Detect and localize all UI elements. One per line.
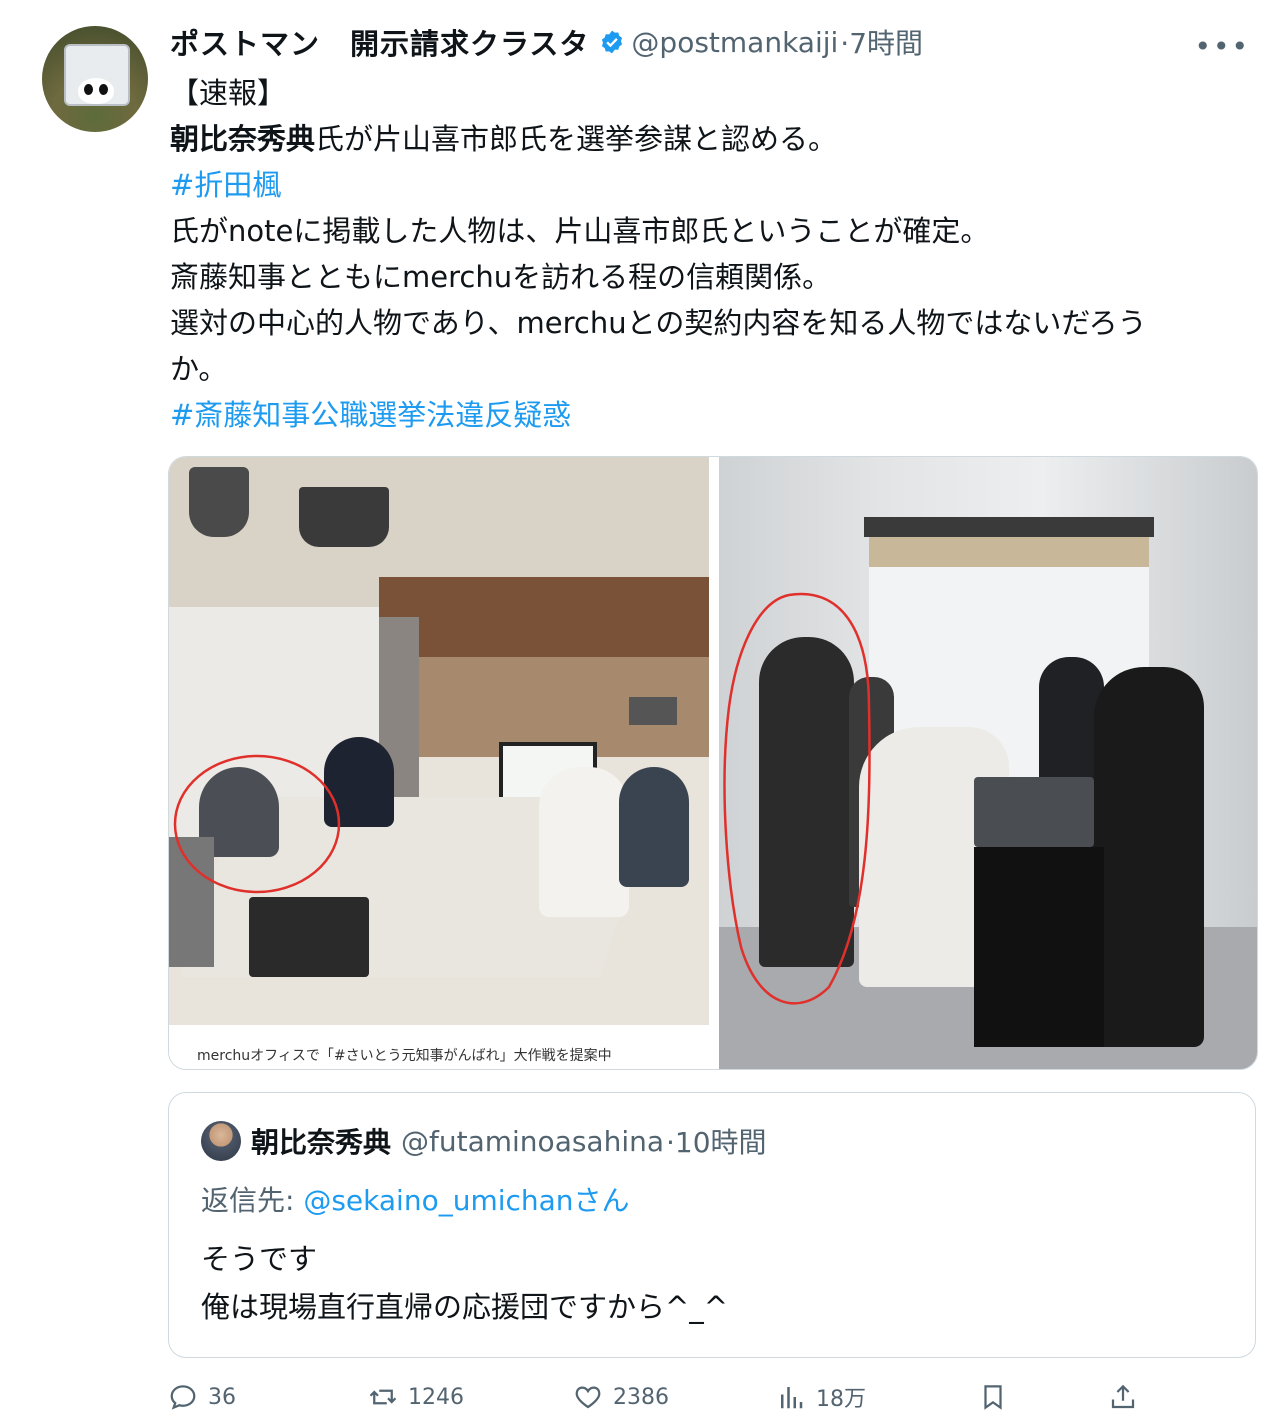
verified-badge-icon bbox=[602, 30, 623, 54]
person-dark-dress bbox=[619, 767, 689, 887]
more-icon[interactable]: ••• bbox=[1194, 30, 1250, 63]
author-name[interactable]: ポストマン 開示請求クラスタ bbox=[170, 21, 589, 63]
reply-prefix: 返信先: bbox=[201, 1184, 304, 1217]
quoted-author-name[interactable]: 朝比奈秀典 bbox=[251, 1121, 391, 1161]
heart-icon bbox=[575, 1386, 601, 1409]
quoted-author-avatar[interactable] bbox=[201, 1121, 241, 1161]
reply-count: 36 bbox=[208, 1384, 236, 1410]
author-handle[interactable]: @postmankaiji bbox=[631, 26, 838, 59]
reply-suffix: さん bbox=[573, 1184, 630, 1217]
quoted-post-time[interactable]: ·10時間 bbox=[666, 1121, 767, 1161]
post-text-line: か。 bbox=[170, 352, 228, 386]
annotation-circle bbox=[723, 592, 871, 1005]
media-photo-office[interactable]: merchuオフィスで「#さいとう元知事がんばれ」大作戦を提案中 bbox=[169, 457, 709, 1069]
post-header: ポストマン 開示請求クラスタ @postmankaiji ·7時間 bbox=[170, 20, 923, 64]
bookmark-button[interactable] bbox=[978, 1372, 1018, 1422]
hashtag-link[interactable]: #斎藤知事公職選挙法違反疑惑 bbox=[170, 392, 1255, 438]
repost-icon bbox=[369, 1389, 397, 1405]
annotation-circle bbox=[173, 754, 341, 894]
quoted-text-line: 俺は現場直行直帰の応援団ですから^_^ bbox=[201, 1290, 729, 1324]
action-bar: 36 1246 2386 18万 bbox=[168, 1372, 1178, 1422]
repost-button[interactable]: 1246 bbox=[368, 1372, 464, 1422]
microwave bbox=[629, 697, 677, 725]
share-button[interactable] bbox=[1108, 1372, 1148, 1422]
views-button[interactable]: 18万 bbox=[776, 1372, 866, 1422]
share-icon bbox=[1111, 1384, 1135, 1409]
like-button[interactable]: 2386 bbox=[573, 1372, 669, 1422]
quoted-post-text: そうです 俺は現場直行直帰の応援団ですから^_^ bbox=[201, 1235, 728, 1331]
post-text-line: 氏がnoteに掲載した人物は、片山喜市郎氏ということが確定。 bbox=[170, 214, 990, 248]
equipment-cart bbox=[974, 847, 1104, 1047]
views-count: 18万 bbox=[816, 1387, 866, 1412]
image-caption: merchuオフィスで「#さいとう元知事がんばれ」大作戦を提案中 bbox=[197, 1048, 612, 1064]
quoted-author-handle[interactable]: @futaminoasahina bbox=[401, 1125, 664, 1158]
post-text-line: 斎藤知事とともにmerchuを訪れる程の信頼関係。 bbox=[170, 260, 832, 294]
post-text-line: 朝比奈秀典氏が片山喜市郎氏を選挙参謀と認める。 bbox=[170, 116, 1255, 162]
repost-count: 1246 bbox=[408, 1384, 464, 1410]
views-chart-icon bbox=[781, 1387, 803, 1409]
quoted-post[interactable]: 朝比奈秀典 @futaminoasahina ·10時間 返信先: @sekai… bbox=[168, 1092, 1256, 1358]
reply-mention-link[interactable]: @sekaino_umichan bbox=[303, 1184, 573, 1217]
post-text-line: 選対の中心的人物であり、merchuとの契約内容を知る人物ではないだろう bbox=[170, 306, 1147, 340]
quoted-post-header: 朝比奈秀典 @futaminoasahina ·10時間 bbox=[201, 1119, 767, 1163]
post-text-fragment: 氏が片山喜市郎氏を選挙参謀と認める。 bbox=[315, 122, 838, 156]
chandelier-shade bbox=[299, 487, 389, 547]
post-text-line: 【速報】 bbox=[170, 76, 287, 110]
chandelier-shade bbox=[189, 467, 249, 537]
hashtag-link[interactable]: #折田楓 bbox=[170, 162, 1255, 208]
bookmark-icon bbox=[984, 1385, 1002, 1410]
person-white-shirt bbox=[539, 767, 629, 917]
person-black-dress bbox=[1094, 667, 1204, 1047]
reply-button[interactable]: 36 bbox=[168, 1372, 236, 1422]
avatar-eye-right bbox=[99, 84, 108, 95]
reply-to-line: 返信先: @sekaino_umichanさん bbox=[201, 1179, 630, 1219]
author-avatar[interactable] bbox=[42, 26, 148, 132]
media-photo-studio[interactable] bbox=[719, 457, 1257, 1069]
post-media[interactable]: merchuオフィスで「#さいとう元知事がんばれ」大作戦を提案中 bbox=[168, 456, 1258, 1070]
reply-icon bbox=[170, 1385, 196, 1410]
quoted-text-line: そうです bbox=[201, 1242, 318, 1276]
avatar-eye-left bbox=[84, 84, 93, 95]
like-count: 2386 bbox=[613, 1384, 669, 1410]
backdrop-paper bbox=[869, 537, 1149, 567]
mention-bold-name: 朝比奈秀典 bbox=[170, 122, 316, 156]
post-time[interactable]: ·7時間 bbox=[840, 22, 923, 62]
backdrop-roller bbox=[864, 517, 1154, 537]
post-body: 【速報】 朝比奈秀典氏が片山喜市郎氏を選挙参謀と認める。 #折田楓 氏がnote… bbox=[170, 70, 1255, 438]
laptop bbox=[974, 777, 1094, 847]
